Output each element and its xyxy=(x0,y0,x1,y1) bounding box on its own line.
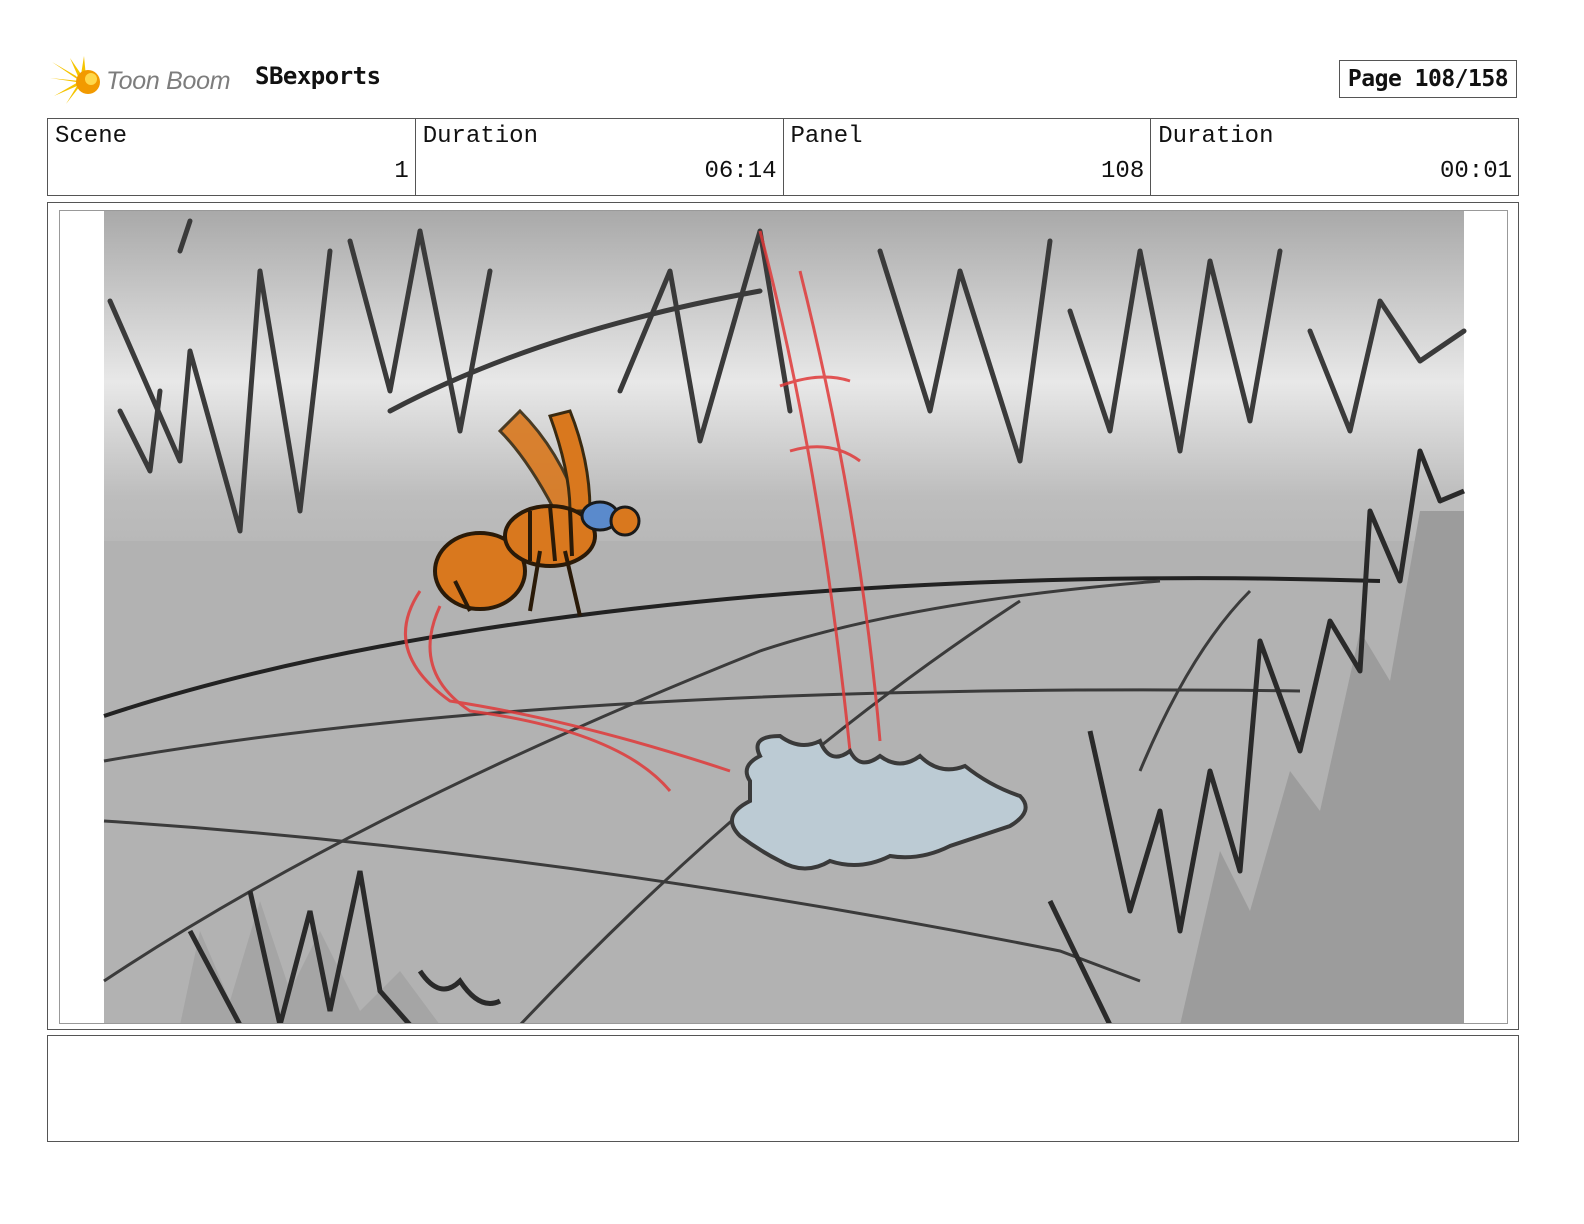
scene-label: Scene xyxy=(55,123,128,150)
panel-duration-label: Duration xyxy=(1158,123,1274,150)
scene-cell: Scene 1 xyxy=(48,119,416,195)
panel-duration-value: 00:01 xyxy=(1439,158,1512,185)
toon-boom-star-icon xyxy=(50,56,100,104)
panel-cell: Panel 108 xyxy=(784,119,1152,195)
logo-text: Toon Boom xyxy=(106,66,231,95)
scene-duration-label: Duration xyxy=(422,123,538,150)
panel-notes-box[interactable] xyxy=(47,1035,1519,1142)
storyboard-drawing xyxy=(103,211,1467,1023)
scene-value: 1 xyxy=(394,158,409,185)
panel-info-row: Scene 1 Duration 06:14 Panel 108 Duratio… xyxy=(47,118,1519,196)
scene-duration-cell: Duration 06:14 xyxy=(416,119,784,195)
panel-duration-cell: Duration 00:01 xyxy=(1151,119,1518,195)
project-name: SBexports xyxy=(255,62,381,90)
page-indicator: Page 108/158 xyxy=(1339,60,1517,98)
panel-value: 108 xyxy=(1101,158,1145,185)
panel-label: Panel xyxy=(790,123,863,150)
storyboard-panel-frame xyxy=(47,202,1519,1030)
background-sky xyxy=(104,211,1464,591)
scene-duration-value: 06:14 xyxy=(704,158,777,185)
toon-boom-logo: Toon Boom xyxy=(50,56,231,106)
storyboard-panel xyxy=(59,210,1508,1024)
